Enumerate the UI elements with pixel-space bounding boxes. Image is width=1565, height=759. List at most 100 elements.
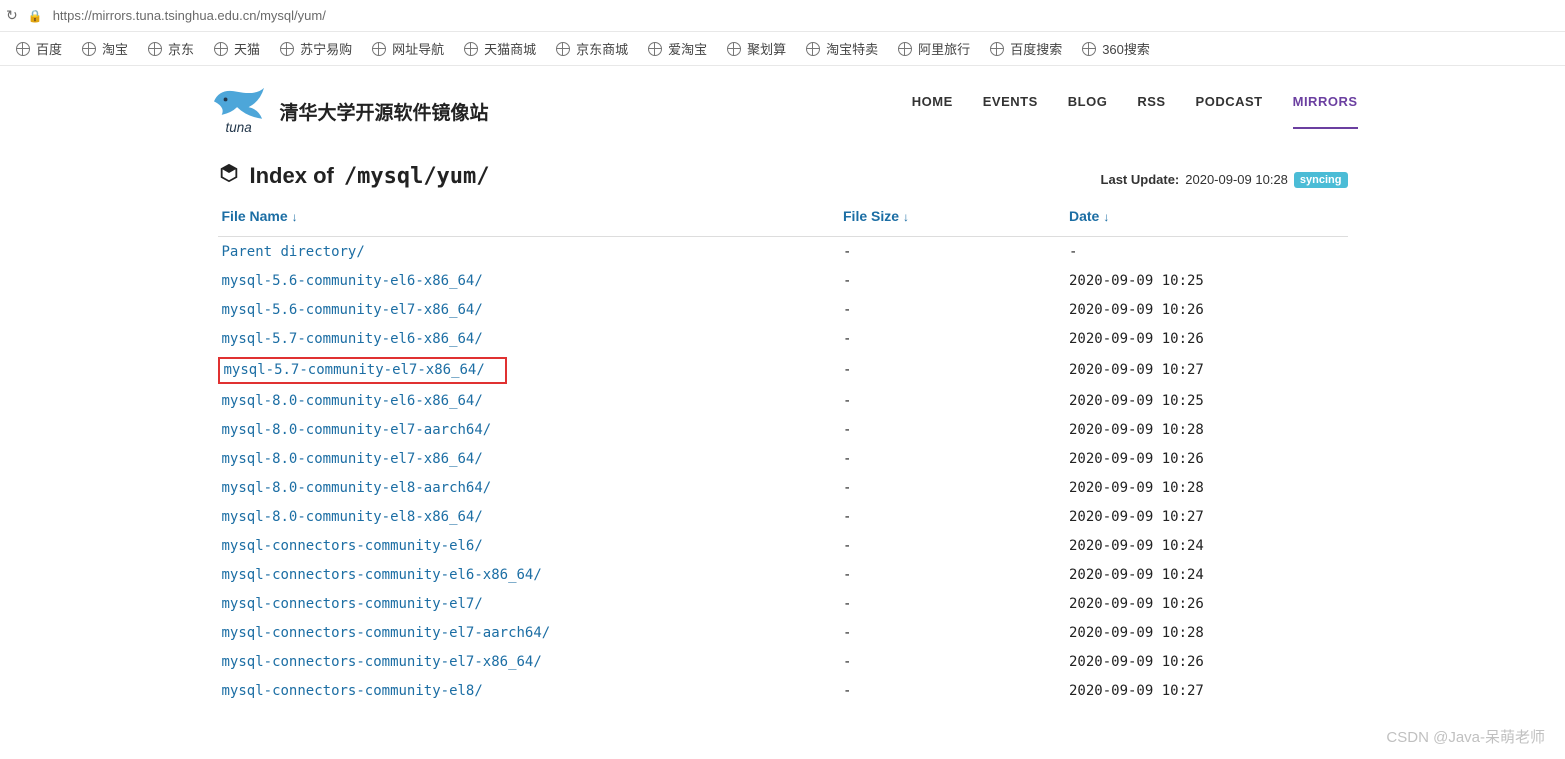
brand[interactable]: tuna 清华大学开源软件镜像站 bbox=[208, 86, 489, 136]
bookmark-item[interactable]: 网址导航 bbox=[372, 39, 444, 58]
bookmark-label: 淘宝特卖 bbox=[826, 39, 878, 58]
nav-link-events[interactable]: EVENTS bbox=[983, 94, 1038, 129]
file-link[interactable]: mysql-connectors-community-el6-x86_64/ bbox=[222, 567, 542, 583]
table-row: mysql-connectors-community-el6/ -2020-09-… bbox=[218, 531, 1348, 560]
globe-icon bbox=[898, 42, 912, 56]
table-row: mysql-8.0-community-el7-x86_64/ -2020-09-… bbox=[218, 444, 1348, 473]
table-row: mysql-8.0-community-el8-aarch64/-2020-09… bbox=[218, 473, 1348, 502]
bookmark-item[interactable]: 淘宝 bbox=[82, 39, 128, 58]
bookmark-label: 360搜索 bbox=[1102, 39, 1150, 58]
bookmark-label: 聚划算 bbox=[747, 39, 786, 58]
bookmark-item[interactable]: 360搜索 bbox=[1082, 39, 1150, 58]
bookmark-item[interactable]: 淘宝特卖 bbox=[806, 39, 878, 58]
file-date: 2020-09-09 10:27 bbox=[1065, 502, 1348, 531]
bookmark-item[interactable]: 天猫商城 bbox=[464, 39, 536, 58]
last-update: Last Update: 2020-09-09 10:28 syncing bbox=[1101, 172, 1348, 188]
file-date: 2020-09-09 10:24 bbox=[1065, 531, 1348, 560]
bookmark-label: 天猫 bbox=[234, 39, 260, 58]
table-row: mysql-connectors-community-el7-x86_64/-2… bbox=[218, 647, 1348, 676]
bookmark-item[interactable]: 百度 bbox=[16, 39, 62, 58]
address-url[interactable]: https://mirrors.tuna.tsinghua.edu.cn/mys… bbox=[53, 8, 326, 23]
bookmark-item[interactable]: 百度搜索 bbox=[990, 39, 1062, 58]
file-date: 2020-09-09 10:28 bbox=[1065, 473, 1348, 502]
bookmark-label: 百度 bbox=[36, 39, 62, 58]
file-size: - bbox=[839, 266, 1065, 295]
table-row: mysql-8.0-community-el7-aarch64/-2020-09… bbox=[218, 415, 1348, 444]
col-header-name[interactable]: File Name↓ bbox=[218, 198, 840, 237]
table-row: mysql-8.0-community-el6-x86_64/-2020-09-… bbox=[218, 386, 1348, 415]
nav-link-mirrors[interactable]: MIRRORS bbox=[1293, 94, 1358, 129]
sync-badge: syncing bbox=[1294, 172, 1348, 188]
col-header-size[interactable]: File Size↓ bbox=[839, 198, 1065, 237]
file-listing-table: File Name↓ File Size↓ Date↓ Parent direc… bbox=[218, 198, 1348, 705]
globe-icon bbox=[280, 42, 294, 56]
table-row: mysql-connectors-community-el7-aarch64/ -… bbox=[218, 618, 1348, 647]
file-link[interactable]: mysql-5.6-community-el6-x86_64/ bbox=[222, 273, 483, 289]
brand-title: 清华大学开源软件镜像站 bbox=[280, 98, 489, 125]
file-date: 2020-09-09 10:26 bbox=[1065, 647, 1348, 676]
watermark: CSDN @Java-呆萌老师 bbox=[1386, 726, 1545, 747]
bookmark-label: 网址导航 bbox=[392, 39, 444, 58]
file-size: - bbox=[839, 415, 1065, 444]
nav-link-blog[interactable]: BLOG bbox=[1068, 94, 1108, 129]
file-link[interactable]: mysql-connectors-community-el7-x86_64/ bbox=[222, 654, 542, 670]
page-title-path: /mysql/yum/ bbox=[344, 164, 490, 189]
nav-link-rss[interactable]: RSS bbox=[1137, 94, 1165, 129]
bookmark-item[interactable]: 爱淘宝 bbox=[648, 39, 707, 58]
bookmark-item[interactable]: 天猫 bbox=[214, 39, 260, 58]
file-size: - bbox=[839, 444, 1065, 473]
lock-icon[interactable]: 🔒 bbox=[28, 9, 43, 23]
file-link[interactable]: mysql-connectors-community-el8/ bbox=[222, 683, 483, 699]
tuna-logo-icon: tuna bbox=[208, 86, 270, 136]
globe-icon bbox=[372, 42, 386, 56]
file-link[interactable]: mysql-8.0-community-el8-aarch64/ bbox=[222, 480, 492, 496]
table-row: mysql-connectors-community-el6-x86_64/ -2… bbox=[218, 560, 1348, 589]
globe-icon bbox=[214, 42, 228, 56]
file-link[interactable]: Parent directory/ bbox=[222, 244, 365, 260]
file-date: 2020-09-09 10:24 bbox=[1065, 560, 1348, 589]
file-date: 2020-09-09 10:26 bbox=[1065, 295, 1348, 324]
file-date: 2020-09-09 10:27 bbox=[1065, 676, 1348, 705]
file-link[interactable]: mysql-5.7-community-el6-x86_64/ bbox=[222, 331, 483, 347]
file-size: - bbox=[839, 295, 1065, 324]
package-icon bbox=[218, 162, 240, 190]
file-size: - bbox=[839, 531, 1065, 560]
table-row: mysql-8.0-community-el8-x86_64/ -2020-09-… bbox=[218, 502, 1348, 531]
file-link[interactable]: mysql-8.0-community-el8-x86_64/ bbox=[222, 509, 483, 525]
file-size: - bbox=[839, 386, 1065, 415]
bookmark-label: 天猫商城 bbox=[484, 39, 536, 58]
file-size: - bbox=[839, 324, 1065, 353]
file-link[interactable]: mysql-connectors-community-el6/ bbox=[222, 538, 483, 554]
refresh-icon[interactable]: ↻ bbox=[6, 7, 18, 24]
nav-link-home[interactable]: HOME bbox=[912, 94, 953, 129]
bookmark-label: 爱淘宝 bbox=[668, 39, 707, 58]
file-size: - bbox=[839, 618, 1065, 647]
table-row: mysql-connectors-community-el8/-2020-09-… bbox=[218, 676, 1348, 705]
file-link[interactable]: mysql-8.0-community-el7-aarch64/ bbox=[222, 422, 492, 438]
file-link[interactable]: mysql-8.0-community-el6-x86_64/ bbox=[222, 393, 483, 409]
col-header-date[interactable]: Date↓ bbox=[1065, 198, 1348, 237]
table-row: mysql-5.6-community-el7-x86_64/ -2020-09-… bbox=[218, 295, 1348, 324]
file-link[interactable]: mysql-connectors-community-el7/ bbox=[222, 596, 483, 612]
file-link[interactable]: mysql-5.7-community-el7-x86_64/ bbox=[224, 362, 485, 378]
bookmark-label: 百度搜索 bbox=[1010, 39, 1062, 58]
bookmark-item[interactable]: 京东 bbox=[148, 39, 194, 58]
file-link[interactable]: mysql-8.0-community-el7-x86_64/ bbox=[222, 451, 483, 467]
bookmark-item[interactable]: 聚划算 bbox=[727, 39, 786, 58]
nav-link-podcast[interactable]: PODCAST bbox=[1196, 94, 1263, 129]
globe-icon bbox=[727, 42, 741, 56]
globe-icon bbox=[82, 42, 96, 56]
file-date: 2020-09-09 10:26 bbox=[1065, 444, 1348, 473]
page-title-prefix: Index of bbox=[250, 163, 334, 189]
file-size: - bbox=[839, 502, 1065, 531]
sort-arrow-icon: ↓ bbox=[1103, 210, 1109, 224]
file-size: - bbox=[839, 560, 1065, 589]
file-link[interactable]: mysql-5.6-community-el7-x86_64/ bbox=[222, 302, 483, 318]
bookmark-item[interactable]: 阿里旅行 bbox=[898, 39, 970, 58]
page-title: Index of /mysql/yum/ bbox=[218, 162, 490, 190]
bookmark-item[interactable]: 苏宁易购 bbox=[280, 39, 352, 58]
globe-icon bbox=[648, 42, 662, 56]
file-link[interactable]: mysql-connectors-community-el7-aarch64/ bbox=[222, 625, 551, 641]
bookmark-item[interactable]: 京东商城 bbox=[556, 39, 628, 58]
globe-icon bbox=[990, 42, 1004, 56]
